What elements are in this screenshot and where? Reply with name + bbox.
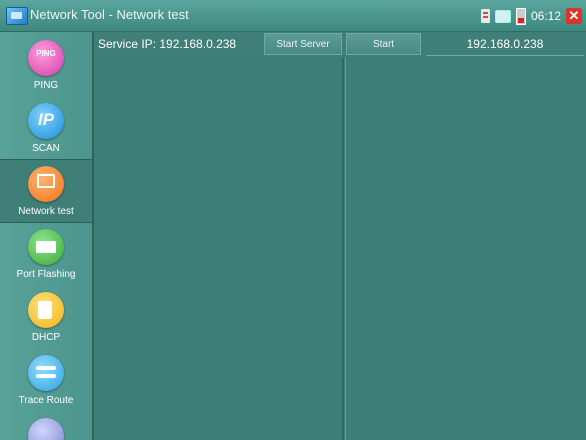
close-icon[interactable]: ✕ xyxy=(566,8,582,24)
service-ip-label: Service IP: 192.168.0.238 xyxy=(98,37,237,51)
status-area: 06:12 ✕ xyxy=(480,5,582,27)
toolbar: Service IP: 192.168.0.238 Start Server S… xyxy=(94,32,586,56)
title-bar: Network Tool - Network test 06:12 ✕ xyxy=(0,0,586,32)
sidebar-item-network-test[interactable]: Network test xyxy=(0,159,92,223)
sidebar-item-label: SCAN xyxy=(32,143,60,154)
sidebar-item-label: Network test xyxy=(18,206,74,217)
sidebar-item-ping[interactable]: PING PING xyxy=(0,34,92,96)
start-button[interactable]: Start xyxy=(346,33,421,55)
app-icon xyxy=(6,7,28,25)
battery-icon xyxy=(515,7,526,25)
ip-scan-icon-text: IP xyxy=(37,110,55,129)
clock: 06:12 xyxy=(530,9,561,23)
sidebar-item-label: Port Flashing xyxy=(16,269,76,280)
sidebar-item-dhcp[interactable]: DHCP xyxy=(0,286,92,348)
sidebar-item-scan[interactable]: IP SCAN xyxy=(0,97,92,159)
target-ip-field[interactable]: 192.168.0.238 xyxy=(426,33,584,56)
window-title: Network Tool - Network test xyxy=(30,7,189,22)
sidebar-item-label: Trace Route xyxy=(18,395,74,406)
server-output-pane xyxy=(94,58,344,440)
network-test-icon xyxy=(28,166,64,202)
sidebar-item-more[interactable] xyxy=(0,412,92,440)
trace-route-icon xyxy=(28,355,64,391)
more-tool-icon xyxy=(28,418,64,440)
port-flashing-icon xyxy=(28,229,64,265)
sidebar-item-label: PING xyxy=(33,80,59,91)
sim-card-icon xyxy=(480,9,490,23)
ping-icon-text: PING xyxy=(36,49,56,58)
sidebar: PING PING IP SCAN Network test Port Flas… xyxy=(0,32,94,440)
network-icon xyxy=(494,9,511,23)
start-server-button[interactable]: Start Server xyxy=(264,33,342,55)
ping-icon: PING xyxy=(28,40,64,76)
sidebar-item-port-flashing[interactable]: Port Flashing xyxy=(0,223,92,285)
sidebar-item-label: DHCP xyxy=(31,332,61,343)
ip-scan-icon: IP xyxy=(28,103,64,139)
sidebar-item-trace-route[interactable]: Trace Route xyxy=(0,349,92,411)
client-output-pane xyxy=(345,58,586,440)
dhcp-icon xyxy=(28,292,64,328)
